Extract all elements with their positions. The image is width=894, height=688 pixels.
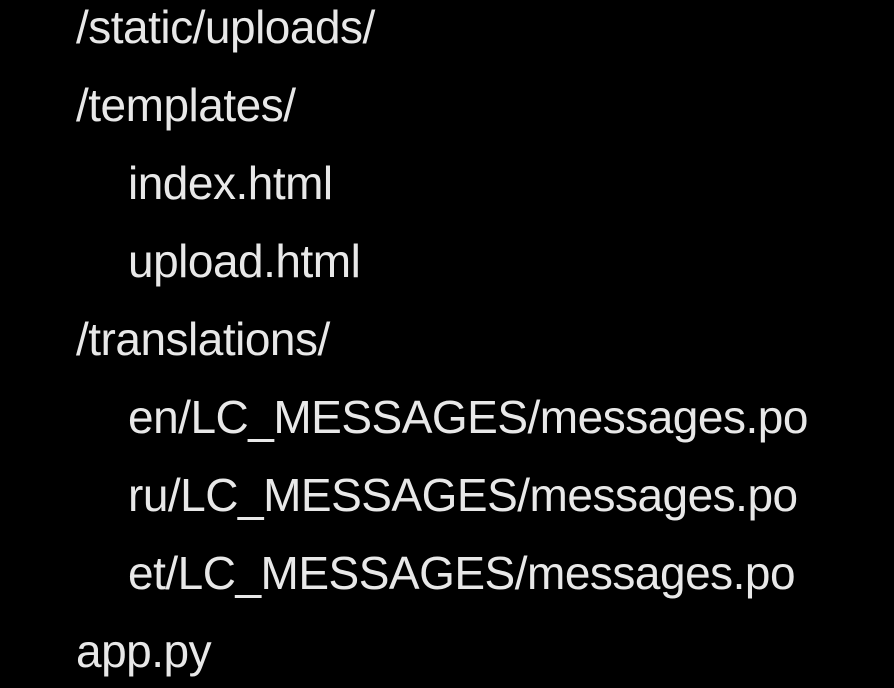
file-en-messages-po: en/LC_MESSAGES/messages.po — [128, 391, 808, 443]
file-upload-html: upload.html — [128, 235, 361, 287]
file-ru-messages-po: ru/LC_MESSAGES/messages.po — [128, 469, 798, 521]
folder-templates: /templates/ — [76, 79, 296, 131]
file-app-py: app.py — [76, 625, 212, 677]
folder-translations: /translations/ — [76, 313, 330, 365]
file-index-html: index.html — [128, 157, 333, 209]
folder-static-uploads: /static/uploads/ — [76, 1, 375, 53]
file-et-messages-po: et/LC_MESSAGES/messages.po — [128, 547, 796, 599]
file-tree: /static/uploads/ /templates/ index.html … — [0, 0, 894, 688]
